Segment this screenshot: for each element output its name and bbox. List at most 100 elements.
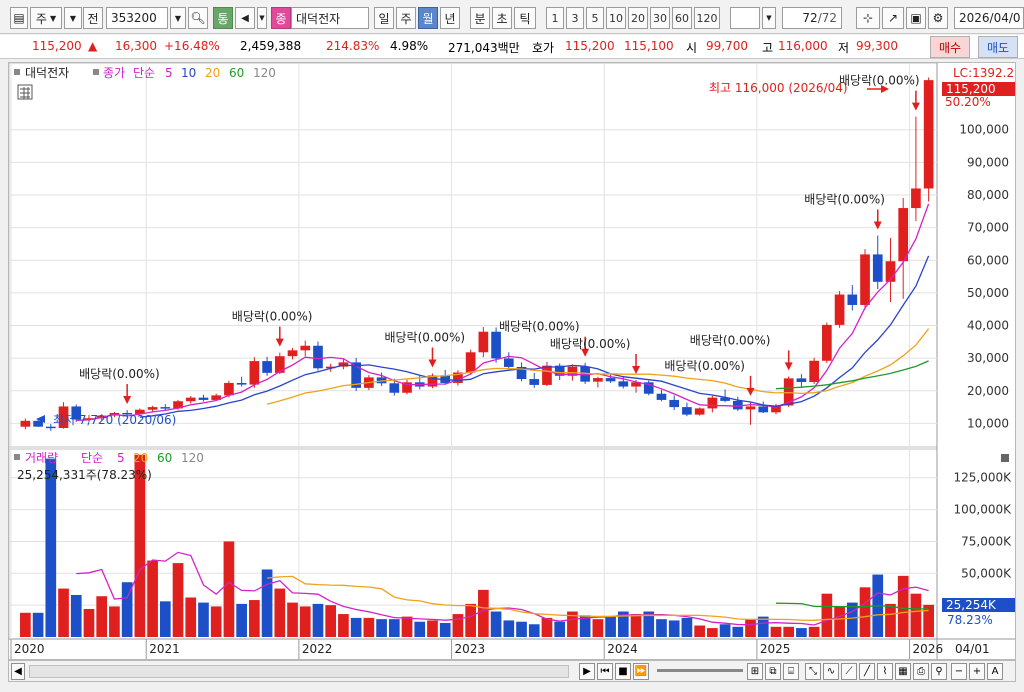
candle-body [198, 397, 209, 400]
zigzag-icon[interactable]: ⌇ [877, 663, 893, 680]
step-120-button[interactable]: 120 [694, 7, 720, 29]
volume-bar [923, 604, 934, 637]
period-second-button[interactable]: 초 [492, 7, 512, 29]
volume-bar [198, 602, 209, 637]
volume-bar [261, 569, 273, 637]
speaker-dropdown[interactable]: ▼ [257, 7, 267, 29]
period-year-button[interactable]: 년 [440, 7, 460, 29]
stock-code-input[interactable]: 353200 [106, 7, 168, 29]
volume-bar [96, 596, 108, 637]
wave-icon[interactable]: ∿ [823, 663, 839, 680]
market-select[interactable]: 주 ▼ [30, 7, 62, 29]
sell-button[interactable]: 매도 [978, 36, 1018, 58]
step-label: 5 [591, 11, 599, 25]
candle-body [465, 352, 476, 373]
candle-body [20, 420, 31, 427]
period-minute-label: 분 [474, 11, 486, 26]
chart-type-icon[interactable]: ⊞ [747, 663, 763, 680]
triangle-left-icon: ◀ [14, 666, 22, 677]
period-tick-button[interactable]: 틱 [514, 7, 536, 29]
draw-tool-icon[interactable]: ↗ [882, 7, 904, 29]
legend-square-icon [14, 69, 20, 75]
stock-name-field[interactable]: 대덕전자 [291, 7, 369, 29]
period-week-button[interactable]: 주 [396, 7, 416, 29]
nav-end-button[interactable]: ▶ [579, 663, 595, 680]
date-input[interactable]: 2026/04/0 [954, 7, 1024, 29]
custom-step-dropdown[interactable]: ▼ [762, 7, 776, 29]
legend-volume-ma-kind: 단순 [81, 451, 103, 465]
code-dropdown-button[interactable]: ▼ [170, 7, 186, 29]
custom-step-input[interactable] [730, 7, 760, 29]
date-value: 2026/04/0 [959, 11, 1021, 25]
scroll-left-button[interactable]: ◀ [11, 663, 25, 680]
period-minute-button[interactable]: 분 [470, 7, 490, 29]
legend-volume-ma60: 60 [157, 451, 172, 465]
search-icon: 🔍︎ [190, 11, 206, 25]
low-label: 저 [838, 41, 850, 55]
volume-bar [147, 560, 158, 637]
period-month-button[interactable]: 월 [418, 7, 438, 29]
market-label: 주 [35, 11, 47, 26]
line-icon[interactable]: ╱ [859, 663, 875, 680]
chart-canvas[interactable]: 10,000 20,000 30,000 40,000 50,000 60,000 70,0… [8, 62, 1022, 659]
volume-value: 2,459,388 [240, 39, 302, 53]
compare-icon[interactable]: ⌸ [783, 663, 799, 680]
step-label: 60 [675, 11, 689, 25]
high-label: 고 [762, 41, 774, 55]
layout-icon[interactable]: ⧉ [765, 663, 781, 680]
legend-ma5: 5 [165, 66, 173, 80]
candle-body [656, 393, 667, 400]
scroll-track[interactable] [29, 665, 569, 678]
kind-button[interactable]: 통 [213, 7, 233, 29]
chevron-down-icon: ▼ [69, 13, 77, 23]
volume-tick-label: 100,000K [954, 503, 1013, 517]
window-menu-icon[interactable]: ▤ [10, 7, 28, 29]
step-1-button[interactable]: 1 [546, 7, 564, 29]
volume-bar [910, 593, 922, 637]
volume-bar [249, 600, 260, 637]
step-3-button[interactable]: 3 [566, 7, 584, 29]
print-icon[interactable]: ⎙ [913, 663, 929, 680]
step-10-button[interactable]: 10 [606, 7, 626, 29]
dividend-label: 배당락(0.00%) [384, 330, 465, 344]
legend-ma20: 20 [205, 66, 220, 80]
grid-icon[interactable]: ▦ [895, 663, 911, 680]
zoom-out-icon[interactable]: − [951, 663, 967, 680]
year-label: 2020 [14, 642, 45, 656]
step-60-button[interactable]: 60 [672, 7, 692, 29]
zoom-in-icon[interactable]: + [969, 663, 985, 680]
crosshair-icon[interactable]: ⊹ [856, 7, 880, 29]
pane-close-icon[interactable] [1001, 454, 1009, 462]
volume-bar [45, 458, 57, 637]
candle-body [593, 378, 603, 382]
buy-button[interactable]: 매수 [930, 36, 970, 58]
legend-square-icon [14, 454, 20, 460]
candle-body [300, 345, 311, 351]
nav-stop-button[interactable]: ■ [615, 663, 631, 680]
dropdown-button[interactable]: ▼ [64, 7, 82, 29]
volume-bar [350, 617, 362, 637]
period-day-button[interactable]: 일 [374, 7, 394, 29]
trend-icon[interactable]: ⟋ [841, 663, 857, 680]
step-20-button[interactable]: 20 [628, 7, 648, 29]
volume-bar [376, 619, 387, 637]
nav-rewind-button[interactable]: ⏮ [597, 663, 613, 680]
nav-forward-button[interactable]: ⏩ [633, 663, 649, 680]
bar-count-field[interactable]: 72/72 [782, 7, 842, 29]
font-size-icon[interactable]: A [987, 663, 1003, 680]
step-5-button[interactable]: 5 [586, 7, 604, 29]
speaker-button[interactable]: ◀︎ [235, 7, 255, 29]
volume-bar [516, 621, 527, 637]
dividend-arrow-icon [911, 102, 920, 111]
volume-bar [414, 621, 426, 637]
zoom-slider[interactable] [657, 669, 743, 672]
ask-price-1: 115,200 [565, 39, 615, 53]
prev-button[interactable]: 전 [83, 7, 103, 29]
search-button[interactable]: 🔍︎ [188, 7, 208, 29]
step-30-button[interactable]: 30 [650, 7, 670, 29]
gear-icon[interactable]: ⚙ [928, 7, 948, 29]
save-icon[interactable]: ▣ [906, 7, 926, 29]
pattern-icon[interactable]: ⤡ [805, 663, 821, 680]
zoom-icon[interactable]: ⚲ [931, 663, 947, 680]
candle-body [822, 324, 832, 361]
